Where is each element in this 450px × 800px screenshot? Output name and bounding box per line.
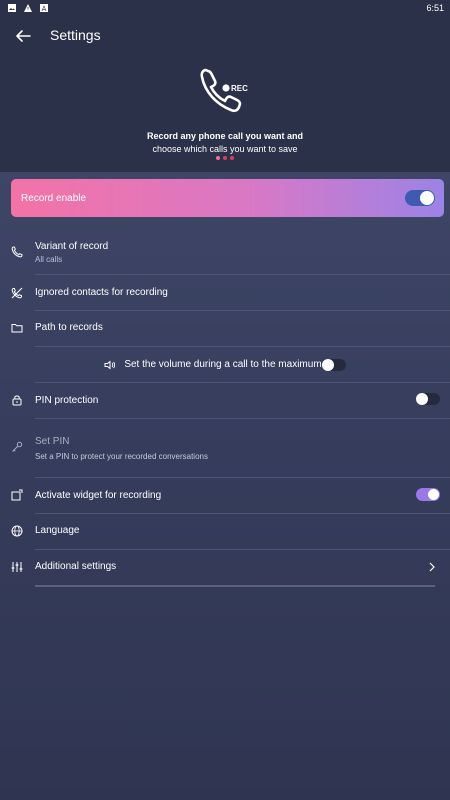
status-time: 6:51 xyxy=(426,3,444,13)
set-pin-row[interactable]: Set PIN Set a PIN to protect your record… xyxy=(0,419,450,477)
activate-widget-row[interactable]: Activate widget for recording xyxy=(0,478,450,513)
page-title: Settings xyxy=(50,27,101,43)
language-label: Language xyxy=(35,525,80,536)
variant-value: All calls xyxy=(35,255,63,264)
warning-icon xyxy=(24,4,32,12)
hero-line-2: choose which calls you want to save xyxy=(152,144,298,154)
ignored-contacts-label: Ignored contacts for recording xyxy=(35,287,168,298)
pager-dot[interactable] xyxy=(230,156,234,160)
max-volume-label: Set the volume during a call to the maxi… xyxy=(124,359,322,370)
status-bar: A 6:51 xyxy=(0,0,450,16)
list-end-divider xyxy=(35,585,435,587)
a-icon: A xyxy=(40,4,48,12)
ignored-contacts-row[interactable]: Ignored contacts for recording xyxy=(0,275,450,310)
hero-text: Record any phone call you want and choos… xyxy=(0,130,450,156)
key-icon xyxy=(12,441,23,452)
widget-icon xyxy=(11,489,23,501)
additional-settings-row[interactable]: Additional settings xyxy=(0,550,450,585)
app-bar: Settings xyxy=(0,26,450,46)
pin-protection-row[interactable]: PIN protection xyxy=(0,383,450,418)
variant-of-record-row[interactable]: Variant of record All calls xyxy=(0,236,450,274)
sliders-icon xyxy=(11,562,23,572)
pager-dots[interactable] xyxy=(0,156,450,160)
pager-dot[interactable] xyxy=(216,156,220,160)
additional-settings-label: Additional settings xyxy=(35,561,117,572)
max-volume-switch[interactable] xyxy=(321,358,346,371)
activate-widget-switch[interactable] xyxy=(416,488,440,501)
activate-widget-label: Activate widget for recording xyxy=(35,490,162,501)
pin-protection-switch[interactable] xyxy=(416,393,440,405)
settings-list: Record enable Variant of record All call… xyxy=(0,172,450,800)
record-enable-card[interactable]: Record enable xyxy=(11,179,444,217)
hero-line-1: Record any phone call you want and xyxy=(146,131,304,141)
language-row[interactable]: Language xyxy=(0,514,450,549)
set-pin-description: Set a PIN to protect your recorded conve… xyxy=(35,452,208,461)
globe-icon xyxy=(11,525,23,537)
path-to-records-label: Path to records xyxy=(35,322,103,333)
phone-icon xyxy=(11,246,23,258)
pin-protection-label: PIN protection xyxy=(35,395,99,406)
phone-off-icon xyxy=(11,287,23,299)
record-enable-label: Record enable xyxy=(21,192,87,204)
svg-text:A: A xyxy=(42,6,47,12)
max-volume-row[interactable]: Set the volume during a call to the maxi… xyxy=(0,347,450,382)
back-arrow-icon[interactable] xyxy=(14,28,32,44)
header: Settings REC Record any phone call you w… xyxy=(0,16,450,172)
lock-icon xyxy=(12,395,22,406)
record-enable-switch[interactable] xyxy=(405,190,435,206)
path-to-records-row[interactable]: Path to records xyxy=(0,311,450,346)
folder-icon xyxy=(11,324,23,333)
set-pin-label: Set PIN xyxy=(35,436,70,447)
phone-rec-icon: REC xyxy=(200,68,248,113)
rec-label: REC xyxy=(231,84,248,93)
image-icon xyxy=(8,4,16,12)
volume-icon xyxy=(104,359,116,370)
variant-label: Variant of record xyxy=(35,241,109,252)
chevron-right-icon xyxy=(429,562,435,572)
status-icons: A xyxy=(8,4,48,12)
pager-dot[interactable] xyxy=(223,156,227,160)
